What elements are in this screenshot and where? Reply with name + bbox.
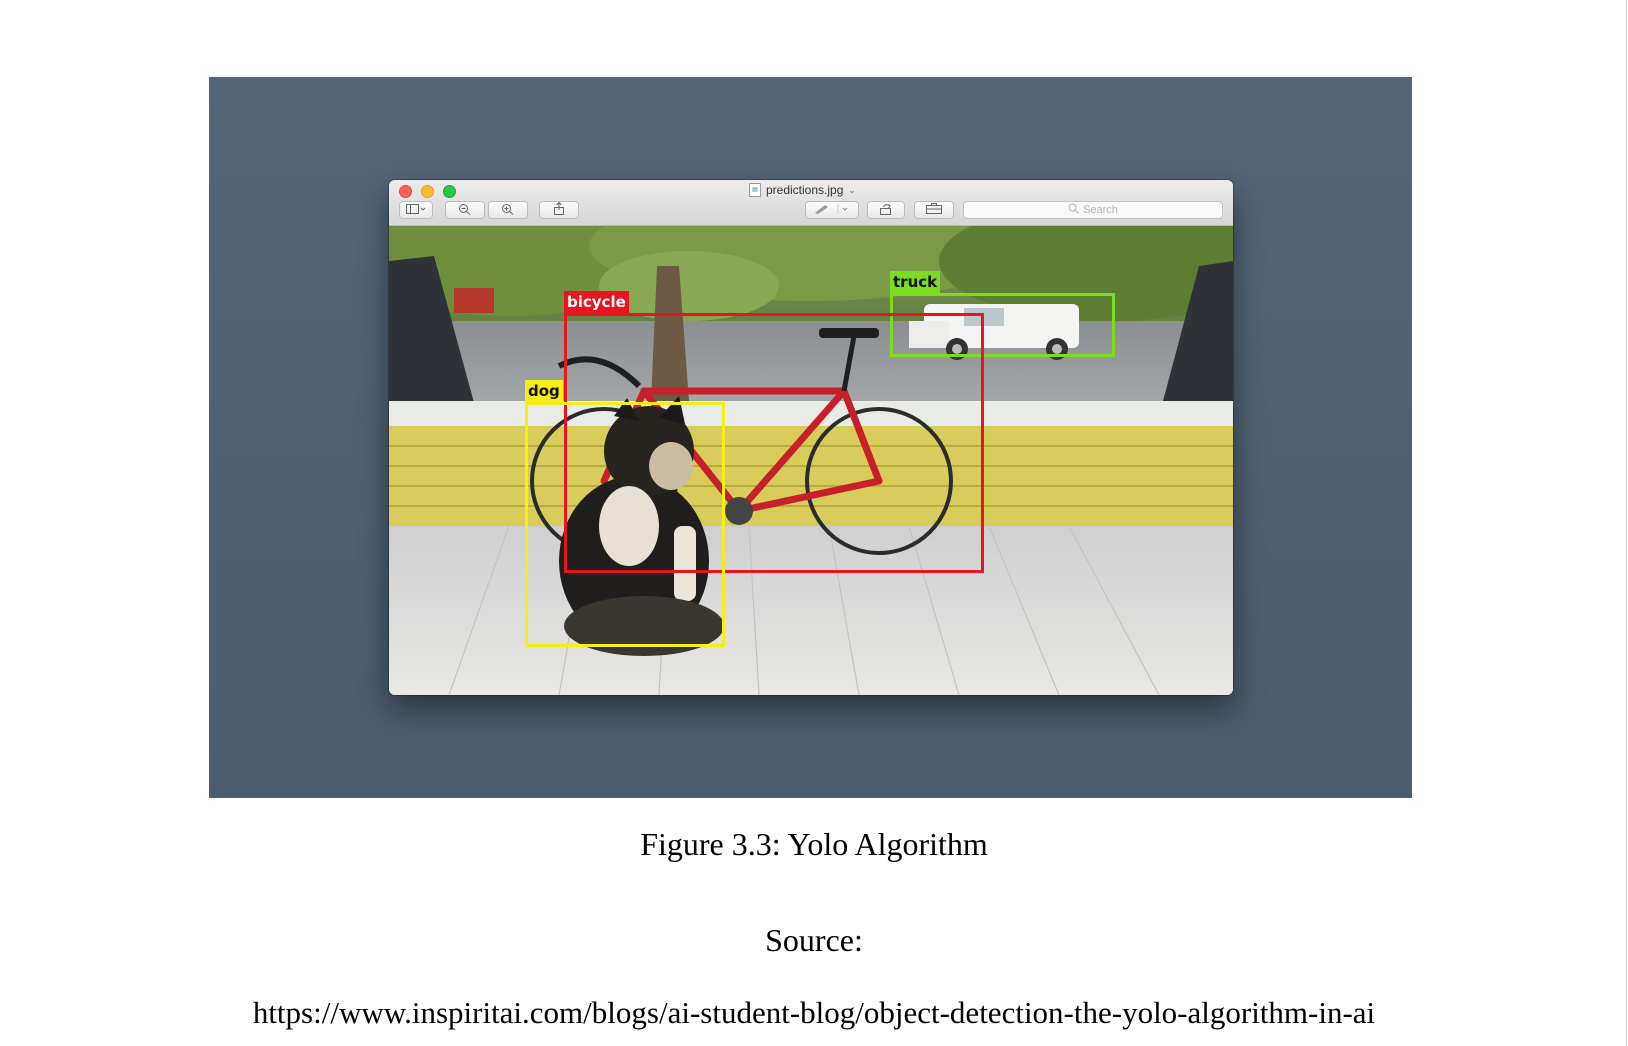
chevron-down-icon: ⌄ (848, 184, 856, 195)
page-edge-line (1626, 0, 1627, 1046)
prediction-photo: truck bicycle dog (389, 226, 1233, 695)
toolbox-button[interactable] (914, 201, 954, 219)
rotate-button[interactable] (867, 201, 905, 219)
source-url[interactable]: https://www.inspiritai.com/blogs/ai-stud… (0, 995, 1628, 1031)
truck-detection-label: truck (890, 271, 941, 293)
rotate-icon (879, 203, 893, 218)
close-window-button[interactable] (399, 185, 412, 198)
share-icon (553, 201, 565, 218)
window-title-text: predictions.jpg (766, 183, 844, 197)
search-input[interactable]: Search (963, 201, 1223, 219)
toolbox-icon (926, 203, 942, 217)
maximize-window-button[interactable] (443, 185, 456, 198)
zoom-in-icon (501, 203, 515, 218)
document-icon: ▤ (749, 183, 761, 197)
markup-pen-icon (813, 203, 851, 217)
figure-image: ▤ predictions.jpg ⌄ Search truck bicycle… (209, 77, 1412, 798)
markup-button[interactable] (805, 201, 859, 219)
search-placeholder: Search (1083, 204, 1118, 216)
bicycle-detection-label: bicycle (564, 291, 629, 313)
sidebar-icon (406, 203, 426, 217)
search-icon (1068, 203, 1079, 217)
share-button[interactable] (539, 201, 579, 219)
zoom-out-button[interactable] (445, 201, 485, 219)
dog-detection-box (525, 402, 725, 647)
window-title[interactable]: ▤ predictions.jpg ⌄ (749, 182, 856, 198)
source-label: Source: (765, 922, 863, 958)
minimize-window-button[interactable] (421, 185, 434, 198)
preview-window: ▤ predictions.jpg ⌄ Search truck bicycle… (389, 180, 1233, 695)
sidebar-toggle-button[interactable] (399, 201, 433, 219)
figure-caption: Figure 3.3: Yolo Algorithm (640, 826, 988, 862)
window-titlebar[interactable]: ▤ predictions.jpg ⌄ Search (389, 180, 1233, 226)
zoom-in-button[interactable] (488, 201, 528, 219)
dog-detection-label: dog (525, 380, 563, 402)
zoom-out-icon (458, 203, 472, 218)
